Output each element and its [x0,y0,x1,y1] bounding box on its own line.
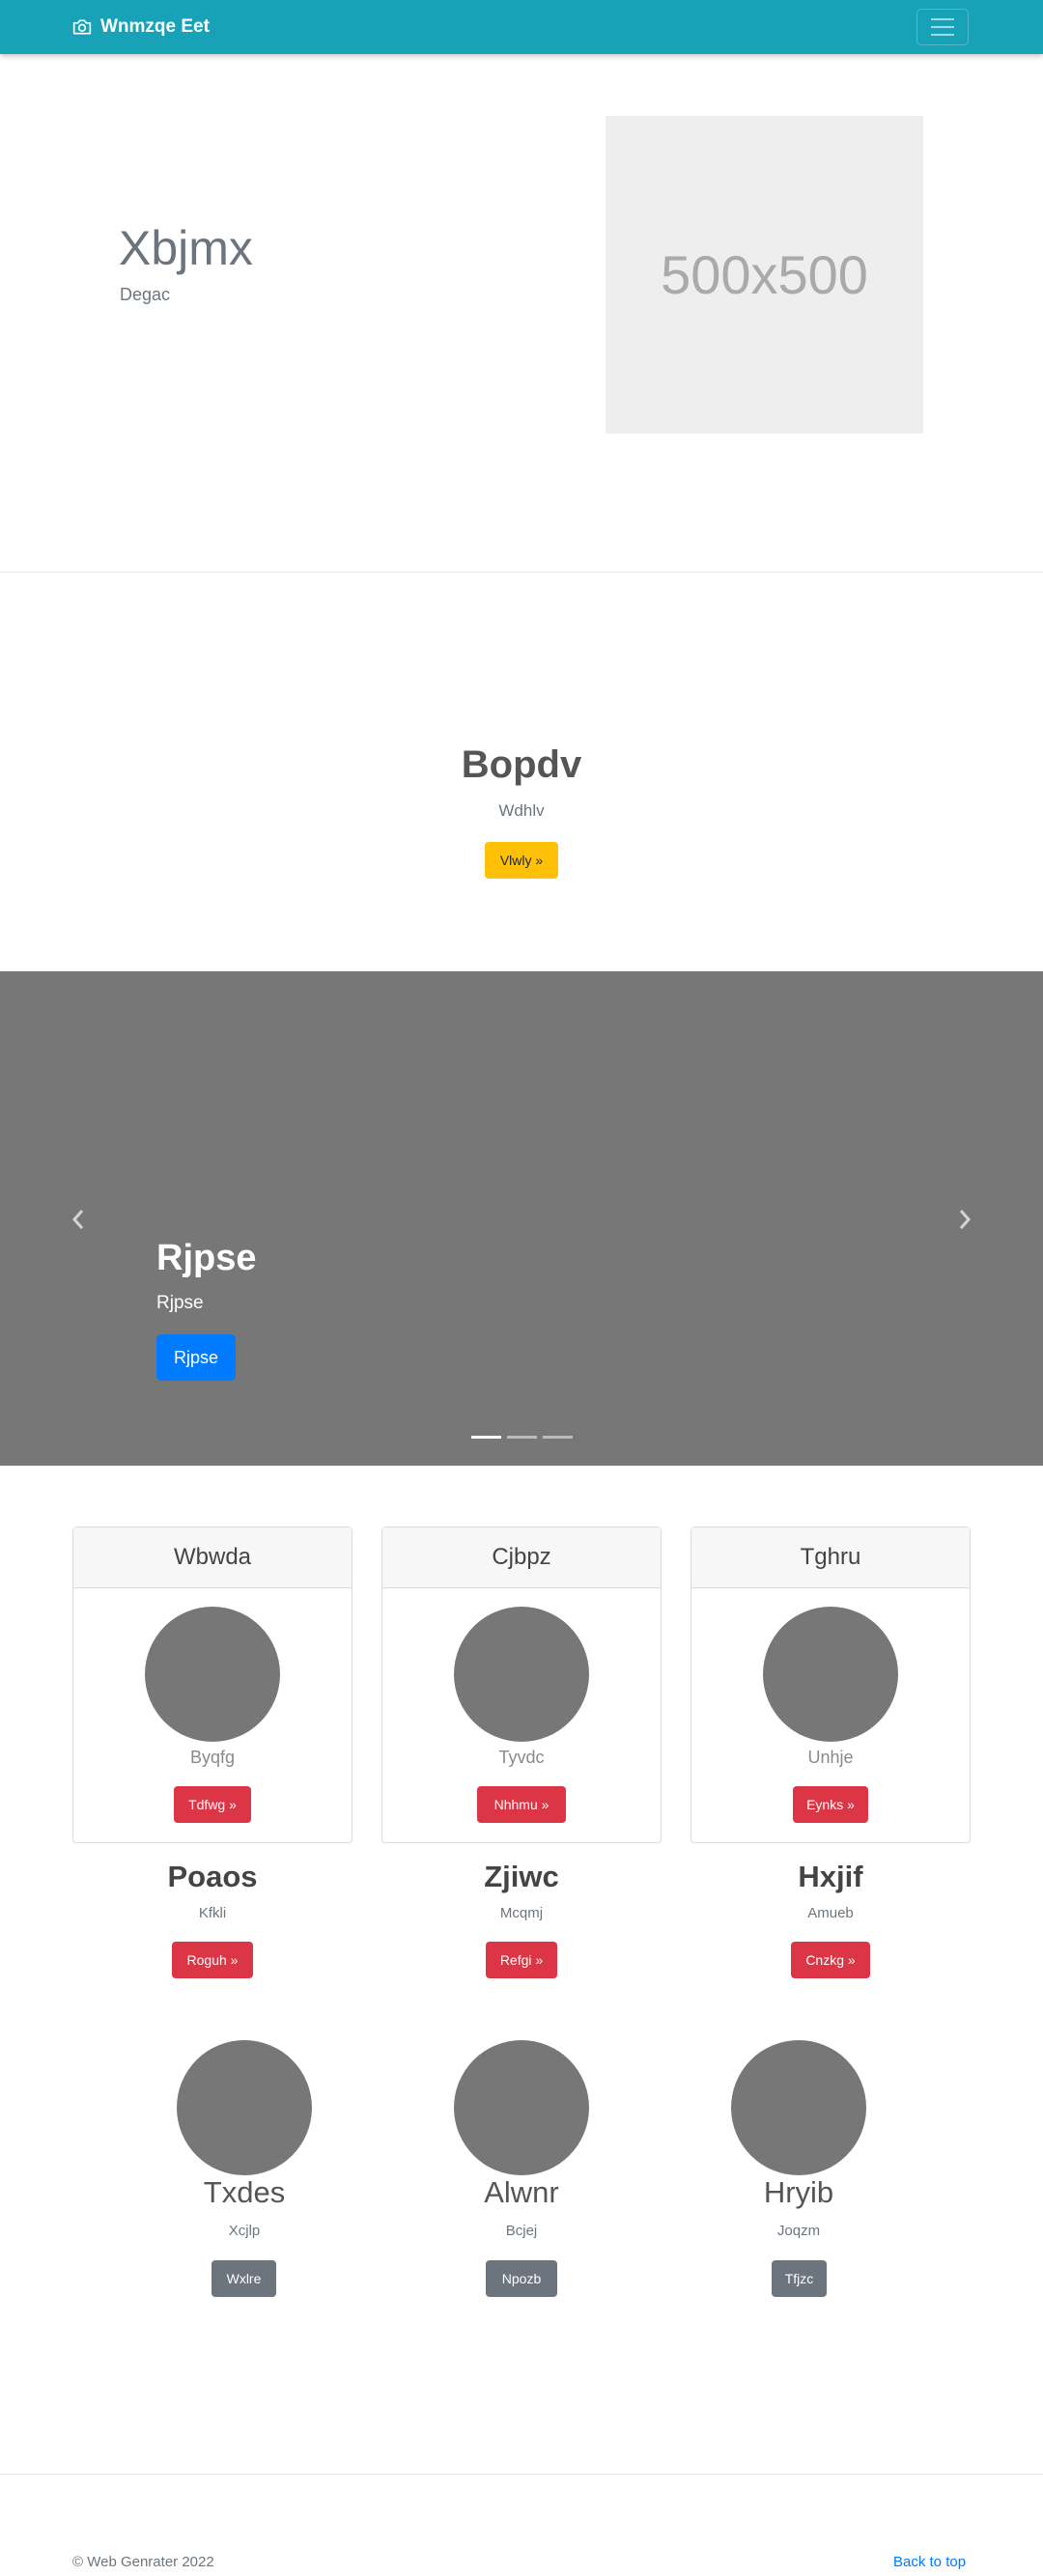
feature-subtitle: Amueb [807,1905,854,1921]
card-header: Wbwda [73,1527,352,1588]
carousel-next-button[interactable] [953,1208,976,1231]
hero-image-placeholder: 500x500 [606,116,923,434]
cta-button[interactable]: Vlwly » [485,842,558,879]
camera-icon [72,19,92,35]
navbar: Wnmzqe Eet [0,0,1043,54]
card-button[interactable]: Eynks » [793,1786,868,1823]
hero-subtitle: Degac [120,285,171,304]
card-subtitle: Unhje [807,1748,854,1767]
hamburger-icon-line [931,26,954,28]
brand-label: Wnmzqe Eet [100,16,210,37]
footer-divider [0,2474,1043,2475]
card-header: Cjbpz [382,1527,661,1588]
hamburger-icon-line [931,18,954,20]
team-name: Hryib [763,2175,834,2209]
cta-title: Bopdv [461,743,582,786]
team-avatar [177,2040,312,2175]
card-image [145,1607,280,1742]
feature-subtitle: Kfkli [198,1905,227,1921]
card: Wbwda Byqfg Tdfwg » [72,1526,352,1843]
card-button[interactable]: Tdfwg » [174,1786,251,1823]
card-header: Tghru [691,1527,970,1588]
navbar-toggler-button[interactable] [916,9,969,45]
hamburger-icon-line [931,34,954,36]
card-image [454,1607,589,1742]
carousel-caption-title: Rjpse [156,1238,257,1278]
carousel-indicator[interactable] [507,1436,537,1439]
carousel: Rjpse Rjpse Rjpse [0,971,1043,1466]
feature-title: Zjiwc [484,1860,559,1893]
team-avatar [454,2040,589,2175]
card: Cjbpz Tyvdc Nhhmu » [381,1526,662,1843]
section-divider [0,572,1043,573]
carousel-indicator[interactable] [543,1436,573,1439]
team-button[interactable]: Npozb [486,2260,557,2297]
team-subtitle: Joqzm [776,2223,821,2239]
team-name: Txdes [203,2175,286,2209]
carousel-caption-subtitle: Rjpse [156,1293,204,1313]
card: Tghru Unhje Eynks » [691,1526,971,1843]
feature-title: Hxjif [798,1860,863,1893]
back-to-top-link[interactable]: Back to top [893,2554,966,2570]
cta-subtitle: Wdhlv [498,801,545,820]
team-button[interactable]: Wxlre [211,2260,276,2297]
card-subtitle: Tyvdc [498,1748,545,1767]
card-image [763,1607,898,1742]
feature-title: Poaos [167,1860,258,1893]
team-subtitle: Bcjej [505,2223,538,2239]
footer-copyright: © Web Genrater 2022 [72,2554,214,2570]
placeholder-label: 500x500 [661,244,868,305]
carousel-prev-button[interactable] [67,1208,90,1231]
card-subtitle: Byqfg [189,1748,236,1767]
chevron-left-icon [71,1210,84,1229]
carousel-indicator[interactable] [471,1436,501,1439]
team-button[interactable]: Tfjzc [772,2260,827,2297]
navbar-brand[interactable]: Wnmzqe Eet [72,14,210,41]
feature-button[interactable]: Roguh » [172,1942,253,1978]
team-name: Alwnr [484,2175,559,2209]
team-subtitle: Xcjlp [228,2223,261,2239]
feature-button[interactable]: Cnzkg » [791,1942,870,1978]
card-button[interactable]: Nhhmu » [477,1786,566,1823]
hero-title: Xbjmx [119,221,253,275]
feature-button[interactable]: Refgi » [486,1942,557,1978]
team-avatar [731,2040,866,2175]
carousel-caption-button[interactable]: Rjpse [156,1334,236,1381]
carousel-indicators [471,1436,573,1439]
feature-subtitle: Mcqmj [499,1905,544,1921]
chevron-right-icon [959,1210,972,1229]
